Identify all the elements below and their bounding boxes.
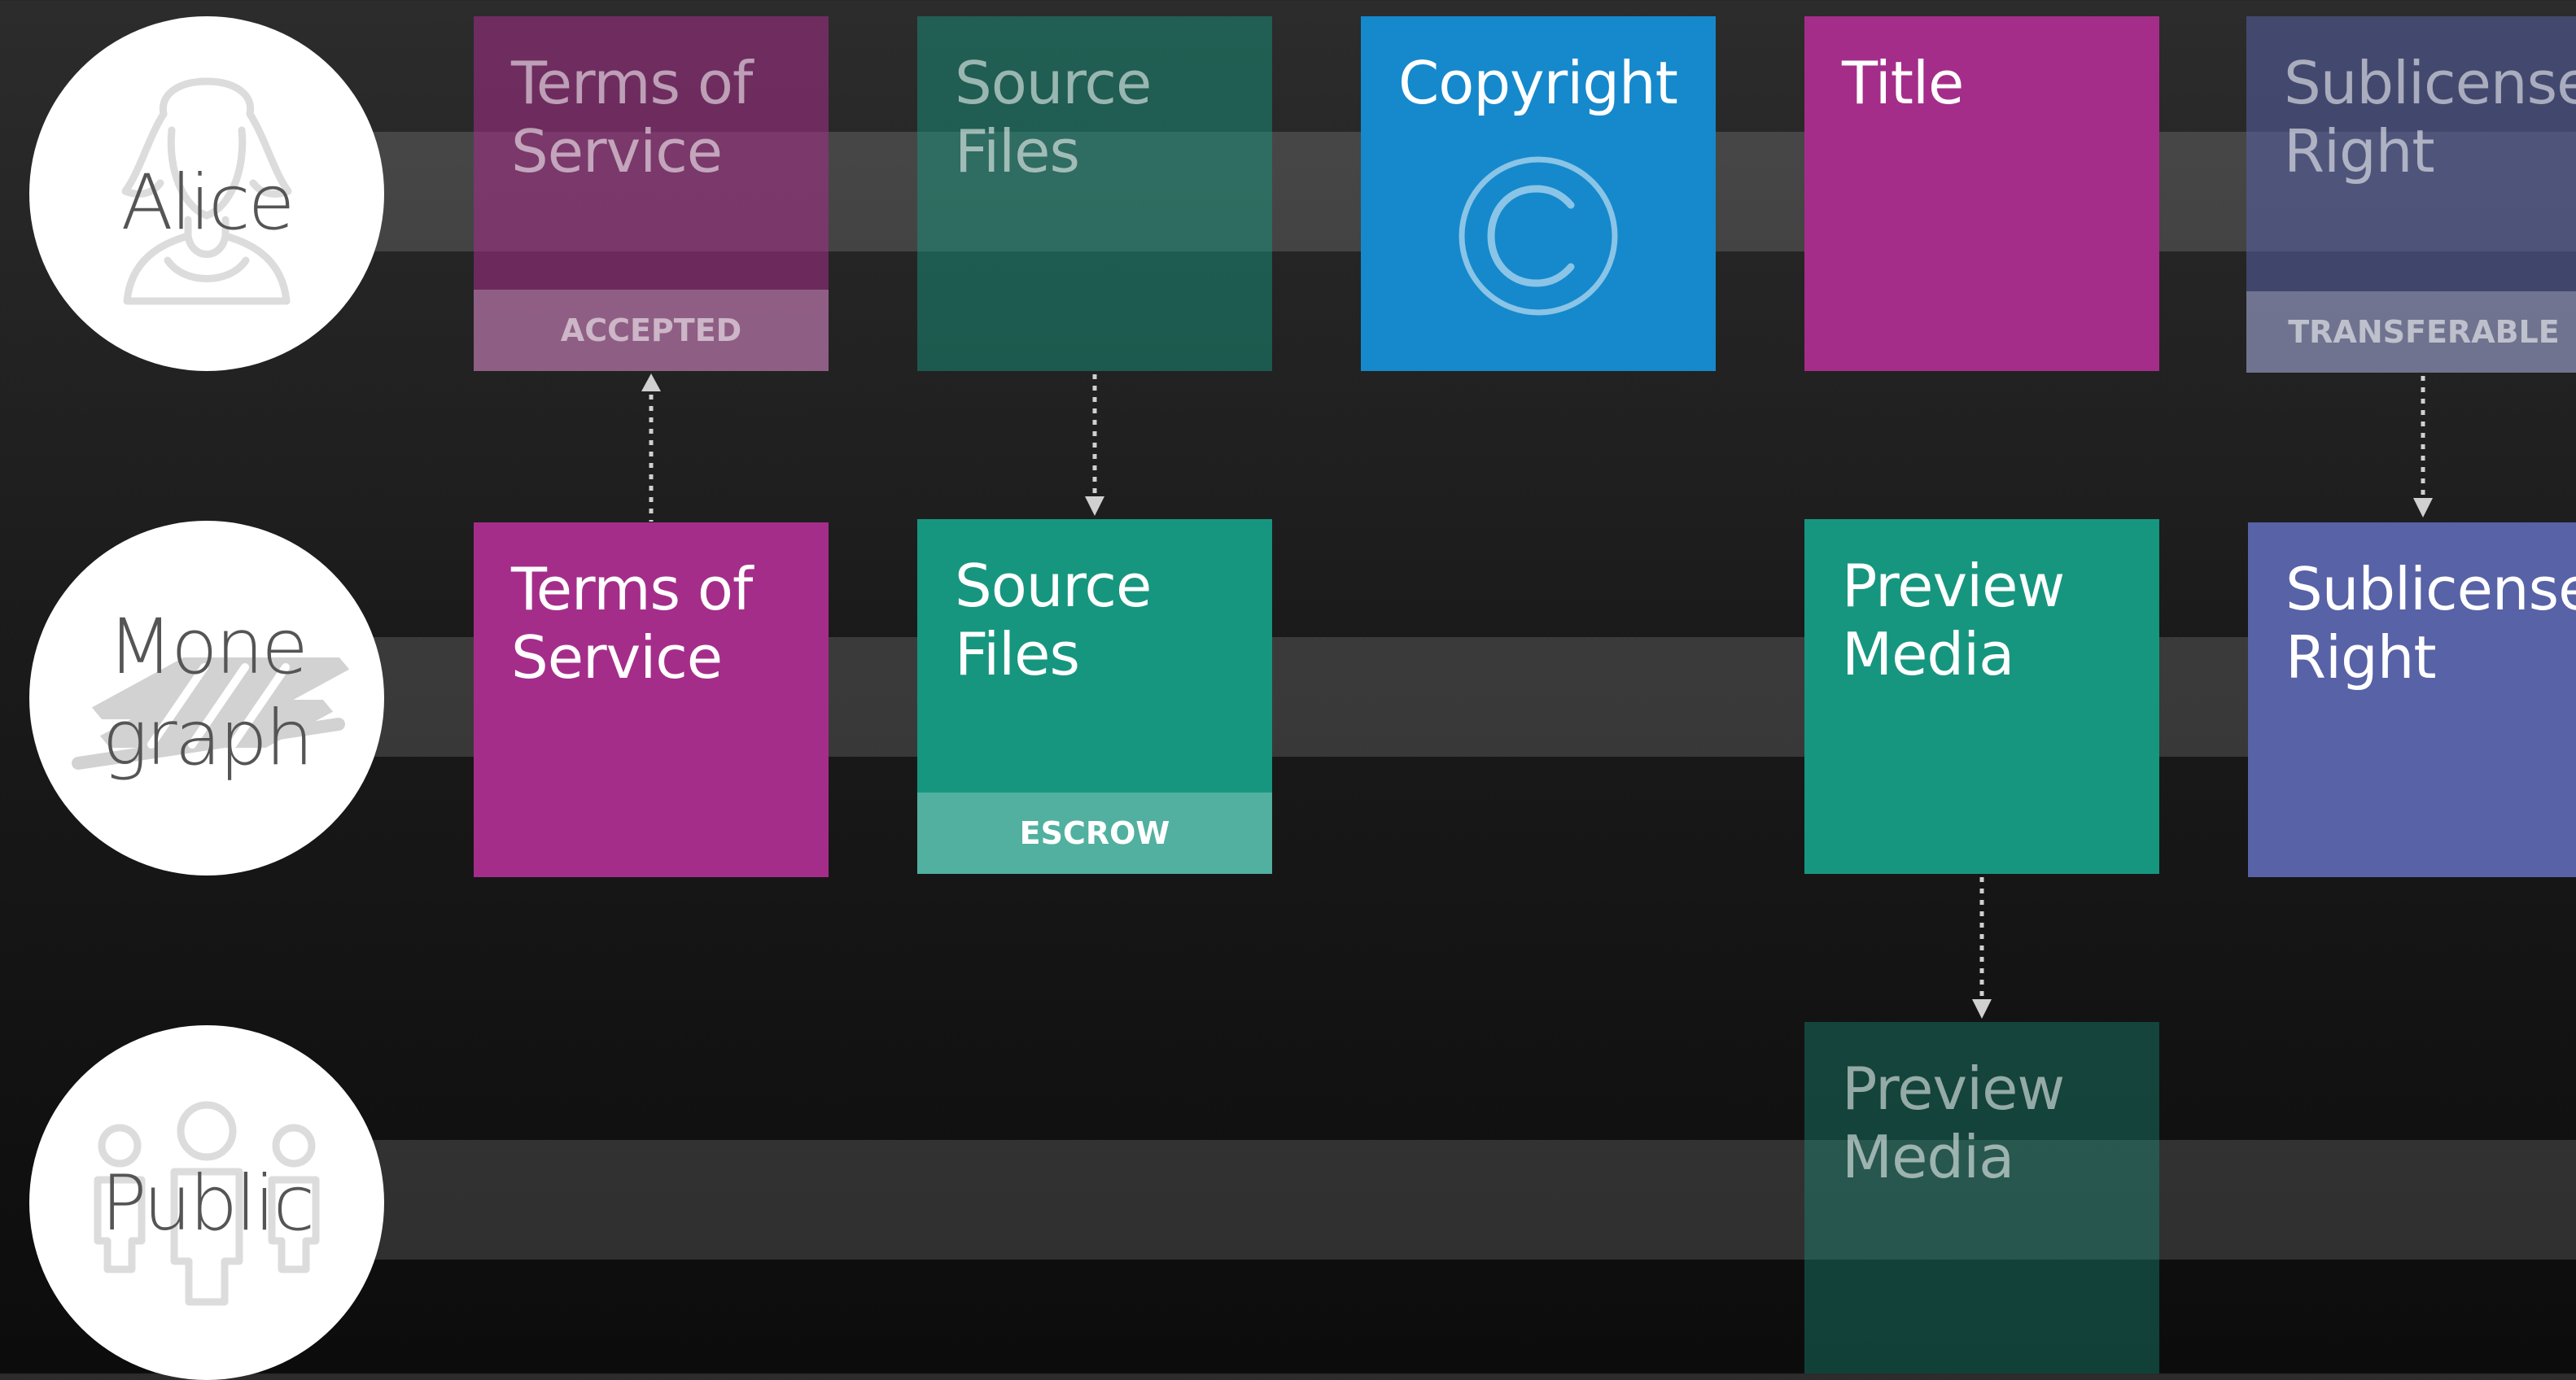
tile-monegraph-preview-media: Preview Media [1804, 519, 2159, 874]
status-badge-escrow: ESCROW [917, 793, 1272, 874]
copyright-icon [1459, 156, 1618, 316]
tile-title: Source Files [955, 49, 1152, 186]
arrow-alice-source-to-mono-source [1085, 374, 1104, 516]
avatar-public: Public [29, 1025, 384, 1380]
tile-monegraph-terms-of-service: Terms of Service [474, 522, 829, 877]
tile-alice-terms-of-service: Terms of Service ACCEPTED [474, 16, 829, 371]
lane-bar-public [326, 1140, 2576, 1260]
lane-label-monegraph: Mone graph [102, 603, 314, 783]
tile-title: Title [1842, 49, 1964, 117]
avatar-monegraph: Mone graph [29, 521, 384, 876]
tile-monegraph-source-files: Source Files ESCROW [917, 519, 1272, 874]
tile-title: Copyright [1398, 49, 1678, 117]
tile-title: Terms of Service [511, 555, 753, 692]
tile-title: Sublicense Right [2285, 555, 2576, 692]
avatar-alice: Alice [29, 16, 384, 371]
lane-label-public: Public [100, 1159, 315, 1248]
tile-title: Source Files [955, 552, 1152, 688]
tile-title: Preview Media [1842, 552, 2065, 688]
status-badge-accepted: ACCEPTED [474, 290, 829, 371]
arrow-alice-sublicense-to-mono-sublicense [2413, 376, 2433, 518]
arrow-mono-tos-to-alice-tos [641, 373, 661, 522]
arrow-mono-preview-to-public-preview [1972, 877, 1992, 1019]
tile-title: Preview Media [1842, 1055, 2065, 1191]
tile-alice-title: Title [1804, 16, 2159, 371]
lane-label-alice: Alice [120, 159, 295, 247]
tile-alice-source-files: Source Files [917, 16, 1272, 371]
tile-public-preview-media: Preview Media [1804, 1022, 2159, 1373]
tile-title: Terms of Service [511, 49, 753, 186]
tile-alice-copyright: Copyright [1361, 16, 1716, 371]
status-badge-transferable: TRANSFERABLE [2246, 291, 2576, 373]
tile-title: Sublicense Right [2284, 49, 2576, 186]
tile-alice-sublicense-right: Sublicense Right TRANSFERABLE [2246, 16, 2576, 373]
tile-monegraph-sublicense-right: Sublicense Right [2248, 522, 2576, 877]
